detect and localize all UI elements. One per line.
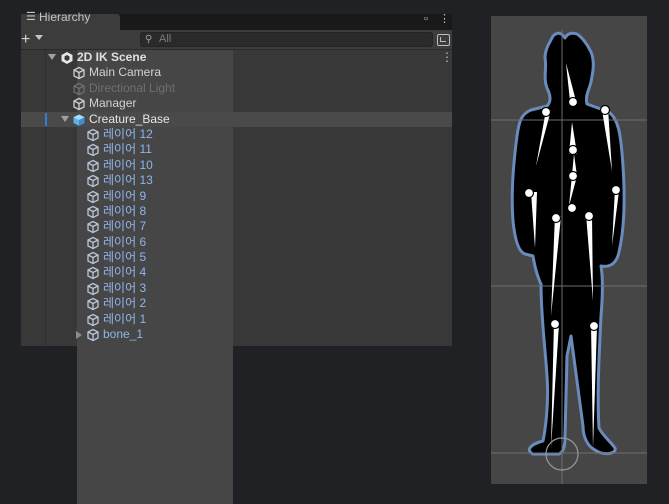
tree-item-label: Main Camera xyxy=(89,65,162,80)
tab-strip: ☰ Hierarchy ▫ ⋮ xyxy=(21,10,452,30)
tree-item-label: 레이어 12 xyxy=(103,126,153,141)
tree-item-layer[interactable]: 레이어 5 xyxy=(21,250,452,265)
tree-item-label: 레이어 1 xyxy=(103,311,147,326)
tree-item-manager[interactable]: Manager xyxy=(21,96,452,111)
tree-item-layer[interactable]: 레이어 8 xyxy=(21,204,452,219)
gameobject-icon xyxy=(87,128,99,142)
gameobject-icon xyxy=(73,97,85,111)
chevron-down-icon xyxy=(35,35,43,40)
tree-item-label: Creature_Base xyxy=(89,111,170,126)
gameobject-icon xyxy=(87,144,99,157)
gameobject-icon xyxy=(73,67,85,80)
gameobject-icon xyxy=(87,313,99,326)
tree-item-label: 레이어 7 xyxy=(103,219,147,234)
tree-item-layer[interactable]: 레이어 9 xyxy=(21,189,452,204)
scene-row[interactable]: 2D IK Scene ⋮ xyxy=(21,50,453,504)
gameobject-icon xyxy=(87,174,99,188)
plus-icon: + xyxy=(21,31,31,48)
tree-item-layer[interactable]: 레이어 12 xyxy=(21,127,452,142)
hierarchy-toolbar: + ⚲ xyxy=(21,30,452,50)
tree-item-directional-light[interactable]: Directional Light xyxy=(21,81,452,96)
scene-menu-icon[interactable]: ⋮ xyxy=(441,50,453,65)
gameobject-icon xyxy=(87,236,99,249)
selection-marker xyxy=(45,112,47,126)
hierarchy-panel: ☰ Hierarchy ▫ ⋮ + ⚲ 2D IK Scene ⋮ xyxy=(21,10,453,504)
character-sprite xyxy=(510,31,626,456)
gameobject-icon xyxy=(73,82,85,96)
panel-menu-icon[interactable]: ⋮ xyxy=(439,13,450,25)
tree-item-label: Directional Light xyxy=(89,80,176,95)
gameobject-icon xyxy=(87,282,99,296)
tree-item-label: 레이어 9 xyxy=(103,188,147,203)
gameobject-icon xyxy=(87,267,99,280)
collapsed-arrow-icon[interactable] xyxy=(76,331,82,340)
tree-item-layer[interactable]: 레이어 3 xyxy=(21,281,452,296)
search-icon: ⚲ xyxy=(145,34,153,45)
tree-item-label: 레이어 13 xyxy=(103,173,153,188)
gameobject-icon xyxy=(87,190,99,203)
add-object-button[interactable]: + xyxy=(21,31,43,49)
tree-item-creature-base[interactable]: Creature_Base xyxy=(21,111,452,127)
unity-scene-icon xyxy=(61,52,73,64)
list-icon: ☰ xyxy=(26,11,36,23)
maximize-icon[interactable]: ▫ xyxy=(424,13,428,25)
gameobject-icon xyxy=(87,298,99,311)
tree-item-layer[interactable]: 레이어 11 xyxy=(21,142,452,157)
tree-item-layer[interactable]: 레이어 13 xyxy=(21,173,452,188)
expand-arrow-icon[interactable] xyxy=(61,115,69,122)
tree-item-label: 레이어 2 xyxy=(103,296,147,311)
gameobject-icon xyxy=(87,205,99,219)
gameobject-icon xyxy=(87,328,99,342)
tree-item-layer[interactable]: 레이어 4 xyxy=(21,265,452,280)
search-field[interactable]: ⚲ xyxy=(140,32,433,47)
prefab-icon xyxy=(73,114,85,126)
tree-item-label: 레이어 8 xyxy=(103,203,147,218)
gameobject-icon xyxy=(87,159,99,172)
tab-hierarchy[interactable]: ☰ Hierarchy xyxy=(21,10,120,30)
tree-item-label: 레이어 3 xyxy=(103,280,147,295)
tree-item-label: 레이어 5 xyxy=(103,250,147,265)
tree-item-layer[interactable]: 레이어 1 xyxy=(21,312,452,327)
gameobject-icon xyxy=(87,221,99,234)
tree-item-label: 레이어 4 xyxy=(103,265,147,280)
tree-item-layer[interactable]: 레이어 6 xyxy=(21,235,452,250)
tab-hierarchy-label: Hierarchy xyxy=(39,10,91,24)
tree-item-layer[interactable]: 레이어 7 xyxy=(21,219,452,234)
tree-item-label: 레이어 11 xyxy=(103,142,152,157)
expand-arrow-icon[interactable] xyxy=(48,54,56,60)
search-input[interactable] xyxy=(159,33,419,46)
tree-item-layer[interactable]: 레이어 2 xyxy=(21,296,452,311)
scene-visibility-toggle-icon[interactable] xyxy=(437,34,450,46)
scene-canvas xyxy=(491,30,647,484)
gameobject-icon xyxy=(87,251,99,265)
tree-item-bone[interactable]: bone_1 xyxy=(21,327,452,342)
tree-item-layer[interactable]: 레이어 10 xyxy=(21,158,452,173)
tree-item-label: 레이어 10 xyxy=(103,157,153,172)
tree-item-main-camera[interactable]: Main Camera xyxy=(21,65,452,80)
tree-item-label: bone_1 xyxy=(103,327,144,342)
tree-item-label: Manager xyxy=(89,96,137,111)
scene-view[interactable] xyxy=(491,16,647,484)
hierarchy-tree: 2D IK Scene ⋮ Main Camera Directional Li… xyxy=(21,50,453,504)
tree-item-label: 레이어 6 xyxy=(103,234,147,249)
